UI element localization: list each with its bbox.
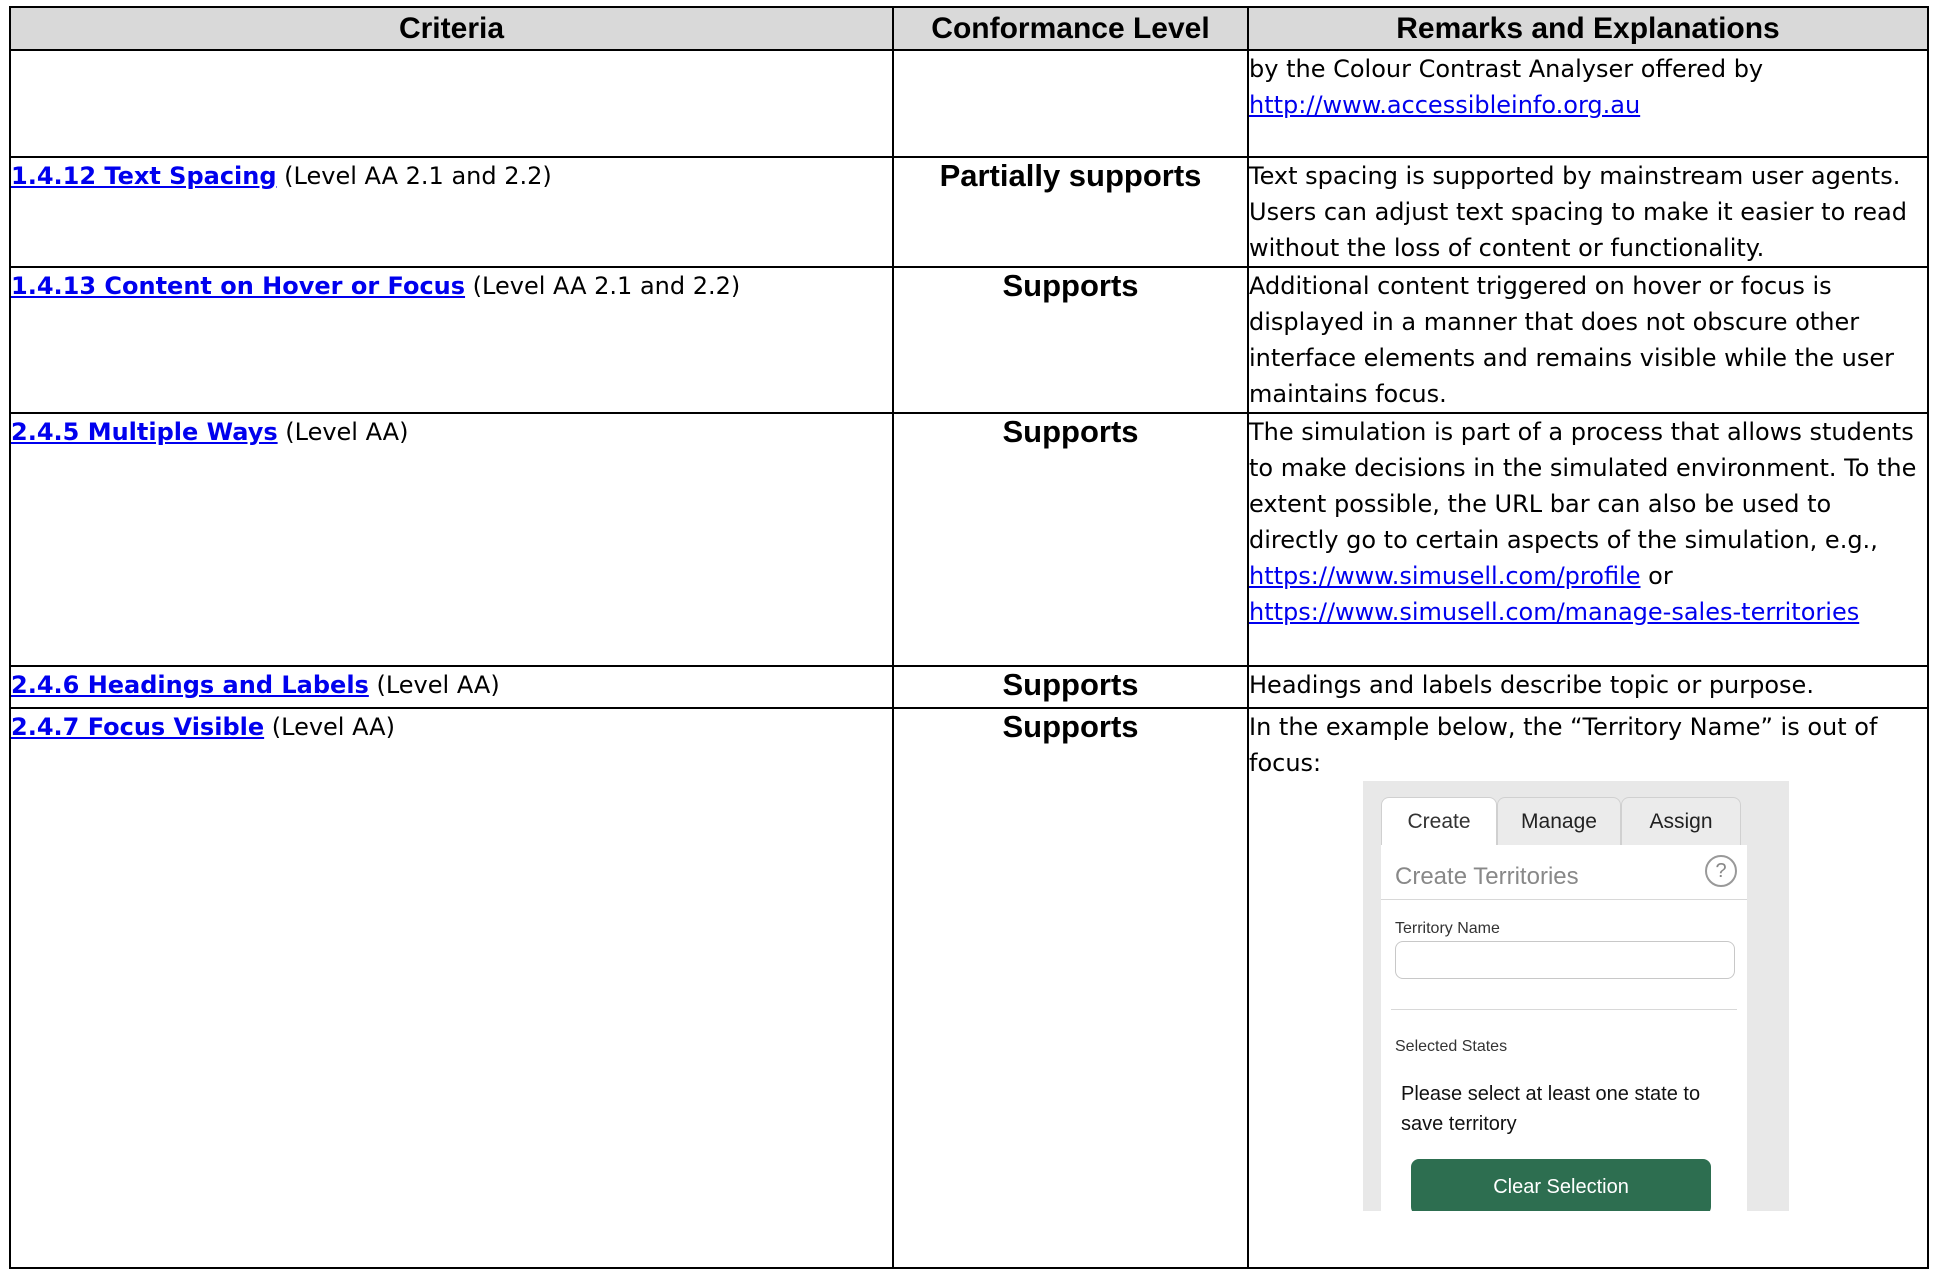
selection-message: Please select at least one state to save… [1401,1083,1701,1135]
table-row: 1.4.13 Content on Hover or Focus (Level … [9,266,1929,414]
table-row: 2.4.6 Headings and Labels (Level AA) Sup… [9,665,1929,709]
level-cell: Supports [892,266,1249,414]
criteria-level-note: (Level AA) [368,671,500,699]
example-screenshot: Create Manage Assign Create Territories … [1363,781,1789,1211]
level-cell: Supports [892,665,1249,709]
criteria-link-headings-labels[interactable]: 2.4.6 Headings and Labels [11,671,369,699]
remarks-cell: In the example below, the “Territory Nam… [1247,707,1929,1269]
table-row: 2.4.7 Focus Visible (Level AA) Supports … [9,707,1929,1269]
criteria-level-note: (Level AA) [277,418,409,446]
level-cell: Supports [892,707,1249,1269]
criteria-cell: 1.4.13 Content on Hover or Focus (Level … [9,266,894,414]
divider [1391,1009,1737,1010]
conformance-table: Criteria Conformance Level Remarks and E… [9,6,1929,1269]
simusell-profile-link[interactable]: https://www.simusell.com/profile [1249,562,1641,590]
level-cell: Partially supports [892,156,1249,268]
criteria-cell [9,49,894,158]
criteria-level-note: (Level AA 2.1 and 2.2) [465,272,741,300]
vpat-page: Criteria Conformance Level Remarks and E… [0,0,1933,1269]
criteria-cell: 2.4.5 Multiple Ways (Level AA) [9,412,894,667]
territory-name-input[interactable] [1395,941,1735,979]
divider [1381,899,1747,900]
table-row: 2.4.5 Multiple Ways (Level AA) Supports … [9,412,1929,667]
remarks-cell: by the Colour Contrast Analyser offered … [1247,49,1929,158]
help-icon[interactable]: ? [1705,855,1737,887]
criteria-level-note: (Level AA 2.1 and 2.2) [276,162,552,190]
criteria-cell: 1.4.12 Text Spacing (Level AA 2.1 and 2.… [9,156,894,268]
remarks-text: The simulation is part of a process that… [1249,418,1917,554]
clear-selection-button[interactable]: Clear Selection [1411,1159,1711,1211]
criteria-link-multiple-ways[interactable]: 2.4.5 Multiple Ways [11,418,278,446]
level-cell: Supports [892,412,1249,667]
header-conformance-level: Conformance Level [892,6,1249,51]
level-cell [892,49,1249,158]
header-criteria: Criteria [9,6,894,51]
criteria-cell: 2.4.7 Focus Visible (Level AA) [9,707,894,1269]
remarks-text: In the example below, the “Territory Nam… [1249,713,1878,777]
criteria-link-content-on-hover[interactable]: 1.4.13 Content on Hover or Focus [11,272,465,300]
table-row: 1.4.12 Text Spacing (Level AA 2.1 and 2.… [9,156,1929,268]
tab-create[interactable]: Create [1381,797,1497,845]
criteria-link-text-spacing[interactable]: 1.4.12 Text Spacing [11,162,277,190]
remarks-text: by the Colour Contrast Analyser offered … [1249,55,1764,83]
criteria-cell: 2.4.6 Headings and Labels (Level AA) [9,665,894,709]
accessibleinfo-link[interactable]: http://www.accessibleinfo.org.au [1249,91,1640,119]
remarks-cell: Additional content triggered on hover or… [1247,266,1929,414]
link-join-text: or [1640,562,1673,590]
remarks-cell: The simulation is part of a process that… [1247,412,1929,667]
tab-bar: Create Manage Assign [1381,789,1747,845]
selected-states-label: Selected States [1395,1038,1508,1055]
simusell-territories-link[interactable]: https://www.simusell.com/manage-sales-te… [1249,598,1859,626]
header-remarks: Remarks and Explanations [1247,6,1929,51]
remarks-cell: Text spacing is supported by mainstream … [1247,156,1929,268]
remarks-cell: Headings and labels describe topic or pu… [1247,665,1929,709]
tab-manage[interactable]: Manage [1497,797,1621,845]
territory-panel: Create Manage Assign Create Territories … [1381,789,1747,1211]
criteria-level-note: (Level AA) [264,713,395,741]
table-header-row: Criteria Conformance Level Remarks and E… [9,6,1929,51]
tab-assign[interactable]: Assign [1621,797,1741,845]
panel-title: Create Territories [1395,863,1579,890]
criteria-link-focus-visible[interactable]: 2.4.7 Focus Visible [11,713,264,741]
table-row: by the Colour Contrast Analyser offered … [9,49,1929,158]
